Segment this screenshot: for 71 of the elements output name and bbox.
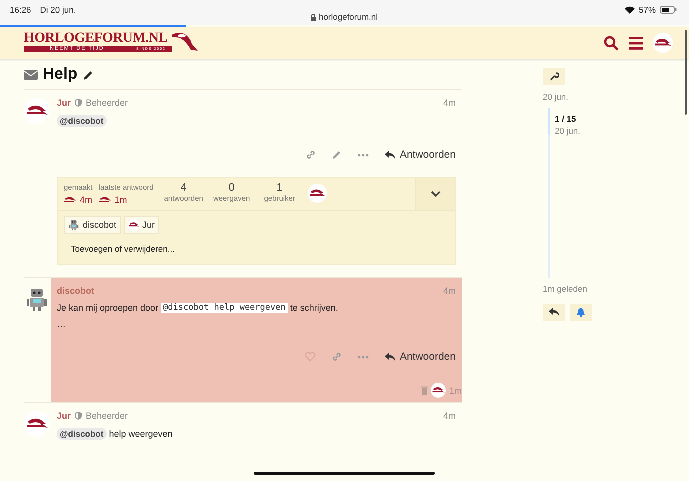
logo-title: HORLOGEFORUM.NL [24, 32, 169, 46]
add-remove-link[interactable]: Toevoegen of verwijderen... [58, 238, 455, 264]
avatar-icon [24, 98, 50, 124]
avatar-icon [98, 196, 112, 204]
avatar-icon [431, 383, 446, 398]
username[interactable]: Jur [57, 411, 72, 421]
stat-time: 1m [114, 195, 128, 205]
bell-icon [577, 308, 585, 317]
link-button[interactable] [332, 352, 342, 362]
pencil-icon[interactable] [82, 70, 94, 80]
topic-title: Help [43, 66, 78, 84]
user-mention[interactable]: @discobot [57, 428, 107, 440]
post-age: 4m [443, 411, 456, 421]
edit-button[interactable] [332, 150, 342, 160]
timeline-position: 1 / 15 [555, 114, 578, 124]
stat-number: 0 [228, 182, 235, 194]
clock-time: 16:26 [10, 5, 32, 15]
menu-button[interactable] [629, 36, 643, 50]
timeline-end-date[interactable]: 1m geleden [543, 284, 592, 294]
timeline-date: 20 jun. [555, 126, 581, 136]
search-button[interactable] [604, 36, 619, 50]
notification-button[interactable] [570, 304, 592, 321]
avatar-icon [64, 196, 77, 204]
wifi-icon [624, 6, 635, 14]
timeline-track[interactable]: 1 / 15 20 jun. [548, 108, 592, 278]
lock-icon [310, 14, 316, 20]
avatar-icon [128, 219, 140, 231]
avatar-icon [24, 411, 50, 437]
link-button[interactable] [306, 150, 316, 160]
avatar-icon [653, 33, 673, 53]
robot-avatar-icon [24, 286, 50, 312]
post-text: … [57, 319, 66, 329]
participant-chip[interactable]: discobot [64, 216, 121, 234]
chevron-down-icon [430, 190, 440, 198]
battery-icon [660, 6, 677, 14]
logo-swoosh-icon [172, 32, 198, 54]
more-button[interactable] [358, 154, 369, 156]
envelope-icon [24, 70, 38, 80]
post-age: 4m [443, 286, 456, 296]
user-avatar-button[interactable] [653, 33, 673, 53]
admin-wrench-button[interactable] [543, 68, 565, 85]
avatar-icon [308, 184, 327, 203]
post-text: te schrijven. [289, 303, 338, 313]
trash-icon[interactable] [421, 386, 428, 395]
participant-chip[interactable]: Jur [124, 216, 160, 234]
post-age: 4m [443, 98, 456, 108]
user-title: Beheerder [86, 411, 128, 421]
timeline-handle[interactable] [548, 108, 550, 135]
reply-button[interactable]: Antwoorden [384, 351, 456, 363]
user-title: Beheerder [86, 98, 128, 108]
deleted-age: 1m [449, 386, 462, 396]
post-text: Je kan mij oproepen door [57, 303, 160, 313]
battery-percentage: 57% [638, 5, 656, 15]
more-button[interactable] [358, 356, 369, 358]
reply-button[interactable]: Antwoorden [384, 149, 456, 161]
reply-icon [384, 150, 396, 160]
scrollbar[interactable] [685, 30, 687, 115]
page-url[interactable]: horlogeforum.nl [318, 12, 378, 22]
post-text: help weergeven [108, 429, 173, 439]
reply-icon [384, 352, 396, 362]
reply-icon [548, 308, 560, 317]
stat-time: 4m [80, 195, 93, 205]
wrench-icon [550, 72, 558, 81]
stat-number: 1 [276, 182, 283, 194]
stat-number: 4 [180, 182, 187, 194]
status-date: Di 20 jun. [40, 5, 76, 15]
robot-avatar-icon [68, 219, 80, 231]
inline-code: @discobot help weergeven [161, 303, 288, 313]
username[interactable]: Jur [57, 98, 72, 108]
user-mention[interactable]: @discobot [57, 115, 107, 127]
reply-topic-button[interactable] [543, 304, 565, 321]
